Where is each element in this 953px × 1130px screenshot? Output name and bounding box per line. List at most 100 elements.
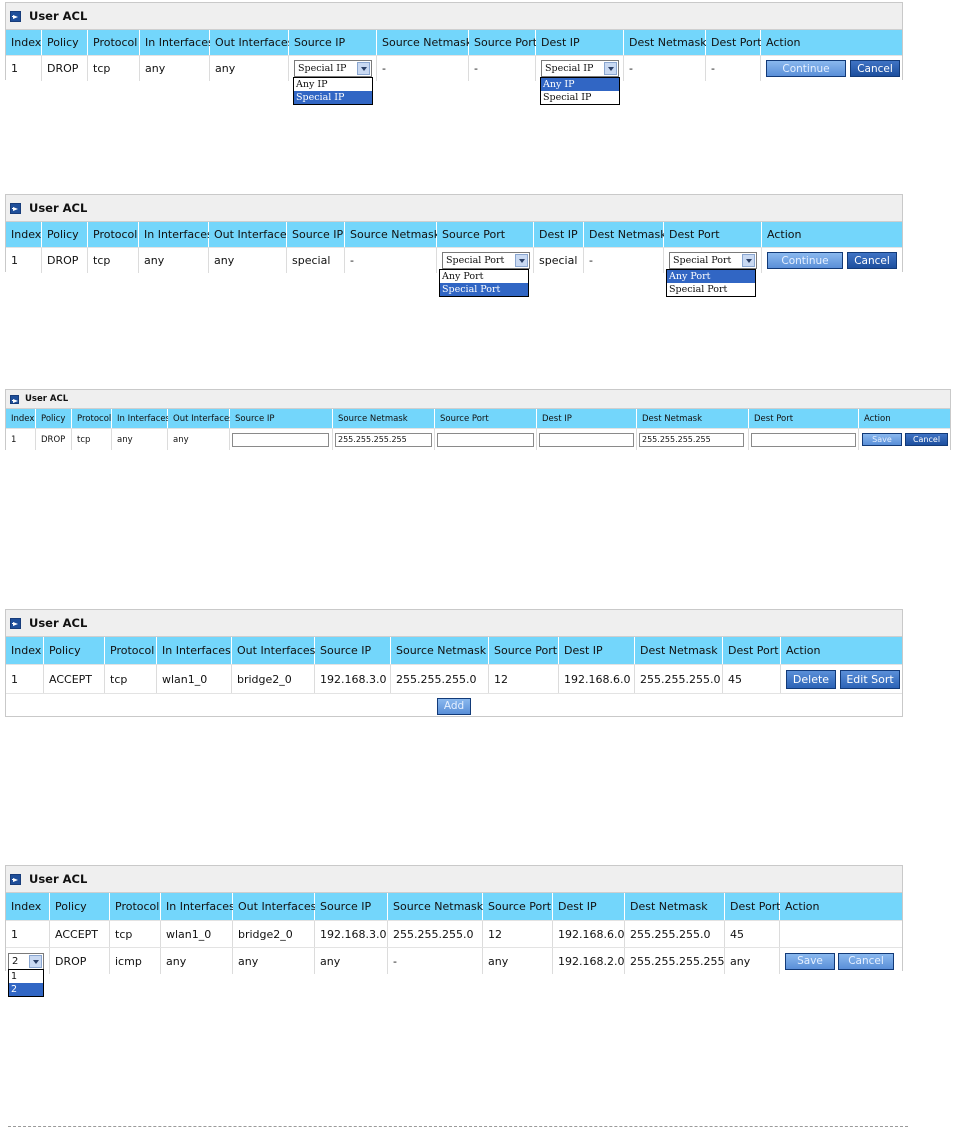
panel-title: User ACL: [29, 9, 88, 23]
arrow-right-icon: [10, 394, 19, 404]
dest-ip-dropdown: Any IP Special IP: [540, 77, 620, 105]
table-row: 1 DROP tcp any any special - Special Por…: [6, 247, 902, 297]
table-row: 2 1 2 DROP icmp any any any - any 192.16…: [6, 947, 902, 997]
header-action: Action: [761, 30, 902, 55]
source-ip-select[interactable]: Special IP: [294, 60, 372, 77]
user-acl-panel-2: User ACL Index Policy Protocol In Interf…: [5, 194, 903, 297]
dropdown-option-special-ip[interactable]: Special IP: [294, 91, 372, 104]
continue-button[interactable]: Continue: [767, 252, 843, 269]
header-source-port: Source Port: [435, 409, 537, 428]
cell-dest-port: any: [725, 948, 780, 974]
cell-policy: DROP: [42, 248, 88, 273]
header-action: Action: [762, 222, 902, 247]
header-index: Index: [6, 893, 50, 920]
cell-index: 1: [6, 56, 42, 81]
user-acl-panel-4: User ACL Index Policy Protocol In Interf…: [5, 609, 903, 717]
cell-action: Delete Edit Sort: [781, 665, 902, 693]
dropdown-option-2[interactable]: 2: [9, 983, 43, 996]
cell-source-netmask: 255.255.255.0: [391, 665, 489, 693]
dropdown-option-special-port[interactable]: Special Port: [440, 283, 528, 296]
dropdown-option-special-port[interactable]: Special Port: [667, 283, 755, 296]
header-protocol: Protocol: [88, 222, 139, 247]
header-dest-ip: Dest IP: [536, 30, 624, 55]
cancel-button[interactable]: Cancel: [847, 252, 897, 269]
dropdown-option-special-ip[interactable]: Special IP: [541, 91, 619, 104]
dropdown-option-any-ip[interactable]: Any IP: [541, 78, 619, 91]
save-button[interactable]: Save: [862, 433, 902, 446]
header-policy: Policy: [42, 30, 88, 55]
source-ip-dropdown: Any IP Special IP: [293, 77, 373, 105]
header-index: Index: [6, 30, 42, 55]
cell-dest-netmask: 255.255.255.0: [625, 921, 725, 947]
cell-protocol: tcp: [105, 665, 157, 693]
header-index: Index: [6, 409, 36, 428]
dest-port-dropdown: Any Port Special Port: [666, 269, 756, 297]
chevron-down-icon[interactable]: [29, 954, 42, 968]
header-dest-ip: Dest IP: [537, 409, 637, 428]
header-dest-netmask: Dest Netmask: [584, 222, 667, 247]
header-in-interfaces: In Interfaces: [140, 30, 214, 55]
index-select[interactable]: 2: [8, 952, 44, 970]
cell-dest-netmask: -: [624, 56, 706, 81]
cell-in-interfaces: wlan1_0: [161, 921, 233, 947]
cancel-button[interactable]: Cancel: [838, 952, 894, 970]
cell-in-interfaces: any: [112, 429, 168, 450]
header-dest-port: Dest Port: [725, 893, 781, 920]
chevron-down-icon[interactable]: [604, 62, 617, 75]
user-acl-panel-1: User ACL Index Policy Protocol In Interf…: [5, 2, 903, 105]
continue-button[interactable]: Continue: [766, 60, 846, 77]
delete-button[interactable]: Delete: [786, 669, 836, 689]
source-ip-input[interactable]: [232, 432, 329, 447]
cell-out-interfaces: bridge2_0: [232, 665, 315, 693]
chevron-down-icon[interactable]: [357, 62, 370, 75]
add-button[interactable]: Add: [437, 697, 471, 715]
dropdown-option-any-port[interactable]: Any Port: [667, 270, 755, 283]
cell-policy: DROP: [50, 948, 110, 974]
header-action: Action: [859, 409, 950, 428]
header-policy: Policy: [50, 893, 110, 920]
cell-index: 1: [6, 921, 50, 947]
cell-policy: ACCEPT: [50, 921, 110, 947]
index-select-value: 2: [12, 955, 19, 967]
dest-port-input[interactable]: [751, 432, 856, 447]
header-source-ip: Source IP: [230, 409, 333, 428]
chevron-down-icon[interactable]: [515, 254, 528, 267]
header-dest-port: Dest Port: [723, 637, 781, 664]
dropdown-option-any-port[interactable]: Any Port: [440, 270, 528, 283]
source-netmask-input[interactable]: 255.255.255.255: [335, 432, 432, 447]
source-port-input[interactable]: [437, 432, 534, 447]
user-acl-panel-3: User ACL Index Policy Protocol In Interf…: [5, 389, 951, 450]
header-out-interfaces: Out Interfaces: [232, 637, 315, 664]
header-index: Index: [6, 637, 44, 664]
cell-action: Continue Cancel: [762, 248, 902, 273]
table-header: Index Policy Protocol In Interfaces Out …: [6, 637, 902, 664]
dest-port-select[interactable]: Special Port: [669, 252, 757, 269]
cell-protocol: tcp: [72, 429, 112, 450]
cell-source-netmask: 255.255.255.0: [388, 921, 483, 947]
dropdown-option-any-ip[interactable]: Any IP: [294, 78, 372, 91]
source-port-select[interactable]: Special Port: [442, 252, 530, 269]
header-in-interfaces: In Interfaces: [112, 409, 170, 428]
dropdown-option-1[interactable]: 1: [9, 970, 43, 983]
save-button[interactable]: Save: [785, 952, 835, 970]
table-row: 1 DROP tcp any any 255.255.255.255 255.2…: [6, 428, 950, 450]
cancel-button[interactable]: Cancel: [905, 433, 948, 446]
header-dest-netmask: Dest Netmask: [635, 637, 723, 664]
cancel-button[interactable]: Cancel: [850, 60, 900, 77]
cell-in-interfaces: any: [140, 56, 210, 81]
table-row: 1 ACCEPT tcp wlan1_0 bridge2_0 192.168.3…: [6, 664, 902, 693]
table-row: 1 ACCEPT tcp wlan1_0 bridge2_0 192.168.3…: [6, 920, 902, 947]
cell-action: Save Cancel: [859, 429, 950, 450]
dest-ip-select[interactable]: Special IP: [541, 60, 619, 77]
dest-ip-input[interactable]: [539, 432, 634, 447]
cell-source-port: [435, 429, 537, 450]
edit-sort-button[interactable]: Edit Sort: [840, 669, 900, 689]
dest-port-select-value: Special Port: [673, 255, 732, 266]
cell-out-interfaces: any: [209, 248, 287, 273]
header-dest-netmask: Dest Netmask: [624, 30, 707, 55]
dest-netmask-input[interactable]: 255.255.255.255: [639, 432, 744, 447]
cell-source-netmask: -: [388, 948, 483, 974]
chevron-down-icon[interactable]: [742, 254, 755, 267]
panel-title-bar: User ACL: [6, 610, 902, 637]
header-dest-netmask: Dest Netmask: [637, 409, 749, 428]
